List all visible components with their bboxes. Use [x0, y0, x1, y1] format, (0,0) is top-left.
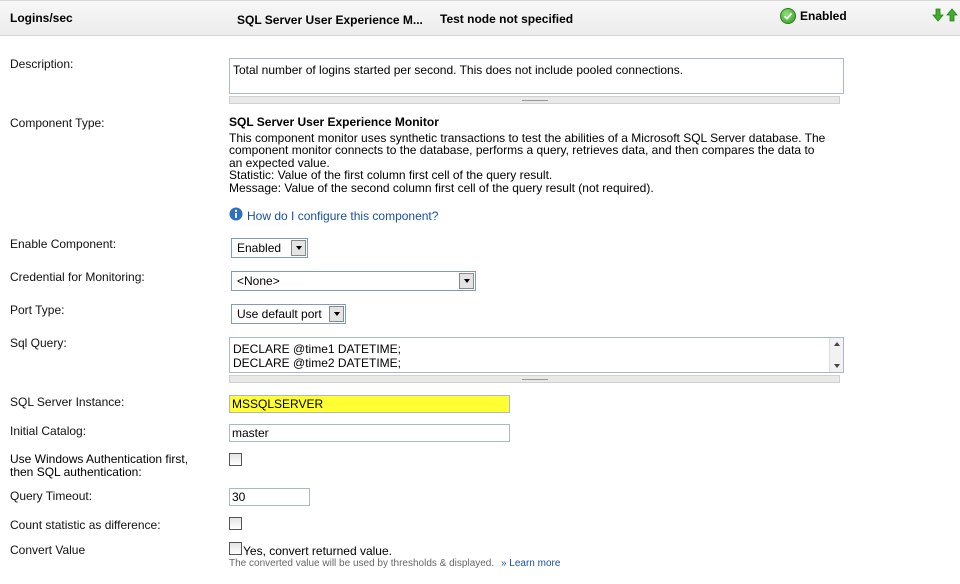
- convert-value-label: Convert Value: [10, 543, 86, 557]
- sql-query-scrollbar[interactable]: [829, 338, 843, 372]
- reorder-arrows: [932, 8, 958, 25]
- help-link-row: How do I configure this component?: [229, 207, 438, 224]
- sql-query-textarea[interactable]: DECLARE @time1 DATETIME; DECLARE @time2 …: [229, 337, 844, 373]
- sql-query-line-1: DECLARE @time1 DATETIME;: [233, 342, 401, 356]
- sql-instance-input[interactable]: MSSQLSERVER: [229, 395, 510, 413]
- enable-component-select[interactable]: Enabled: [231, 238, 308, 258]
- configure-help-link[interactable]: How do I configure this component?: [247, 209, 438, 223]
- windows-auth-label-line-2: then SQL authentication:: [10, 464, 142, 479]
- arrow-down-icon[interactable]: [932, 8, 944, 25]
- component-type-statistic: Statistic: Value of the first column fir…: [229, 168, 553, 182]
- test-node-label: Test node not specified: [440, 12, 574, 26]
- description-label: Description:: [10, 57, 74, 71]
- windows-auth-label: Use Windows Authentication first, then S…: [10, 453, 188, 478]
- learn-more-link[interactable]: » Learn more: [501, 558, 560, 569]
- convert-value-hint-row: The converted value will be used by thre…: [229, 558, 560, 569]
- windows-auth-checkbox[interactable]: [229, 453, 242, 466]
- info-icon: [229, 207, 243, 224]
- component-type-block: SQL Server User Experience Monitor This …: [229, 116, 849, 194]
- convert-value-checkbox-label: Yes, convert returned value.: [243, 544, 392, 558]
- status-text: Enabled: [800, 9, 847, 23]
- convert-value-checkbox[interactable]: [229, 542, 242, 555]
- enable-component-label: Enable Component:: [10, 237, 117, 251]
- component-type-description-2: component monitor connects to the databa…: [229, 143, 815, 157]
- query-timeout-label: Query Timeout:: [10, 489, 93, 503]
- port-type-value: Use default port: [237, 307, 322, 321]
- component-type-short: SQL Server User Experience M...: [237, 13, 423, 27]
- component-header: Logins/sec SQL Server User Experience M.…: [0, 0, 960, 36]
- credential-select[interactable]: <None>: [231, 271, 476, 291]
- port-type-label: Port Type:: [10, 303, 65, 317]
- sql-query-resize-grip[interactable]: [229, 375, 840, 383]
- initial-catalog-label: Initial Catalog:: [10, 424, 87, 438]
- description-textarea[interactable]: Total number of logins started per secon…: [229, 58, 844, 94]
- credential-label: Credential for Monitoring:: [10, 270, 145, 284]
- chevron-down-icon: [291, 240, 306, 256]
- component-title: Logins/sec: [10, 11, 73, 25]
- credential-value: <None>: [237, 274, 280, 288]
- query-timeout-input[interactable]: 30: [229, 488, 310, 506]
- chevron-down-icon: [329, 306, 344, 322]
- component-type-name: SQL Server User Experience Monitor: [229, 115, 439, 129]
- convert-value-hint: The converted value will be used by thre…: [229, 558, 495, 569]
- windows-auth-label-line-1: Use Windows Authentication first,: [10, 452, 189, 466]
- sql-query-label: Sql Query:: [10, 336, 67, 350]
- enable-component-value: Enabled: [237, 241, 282, 255]
- count-statistic-checkbox[interactable]: [229, 517, 242, 530]
- sql-query-line-2: DECLARE @time2 DATETIME;: [233, 356, 401, 370]
- description-resize-grip[interactable]: [229, 96, 840, 104]
- arrow-up-icon[interactable]: [946, 8, 958, 25]
- count-statistic-label: Count statistic as difference:: [10, 518, 161, 532]
- description-text: Total number of logins started per secon…: [233, 63, 684, 77]
- status-badge: Enabled: [780, 8, 847, 24]
- check-circle-icon: [780, 8, 796, 24]
- component-type-message: Message: Value of the second column firs…: [229, 180, 654, 195]
- component-type-label: Component Type:: [10, 116, 105, 130]
- sql-instance-label: SQL Server Instance:: [10, 395, 125, 409]
- initial-catalog-input[interactable]: master: [229, 424, 510, 442]
- chevron-down-icon: [459, 273, 474, 289]
- port-type-select[interactable]: Use default port: [231, 304, 346, 324]
